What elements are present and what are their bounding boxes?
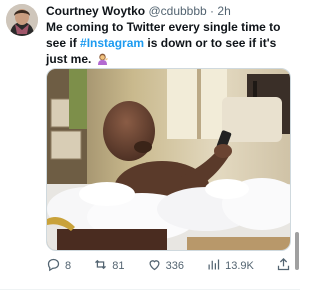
like-button[interactable]: 336 <box>147 257 184 275</box>
heart-icon <box>147 257 162 275</box>
hashtag-link[interactable]: #Instagram <box>80 36 144 50</box>
share-icon <box>276 257 291 275</box>
avatar[interactable] <box>6 4 38 36</box>
reply-button[interactable]: 8 <box>46 257 71 275</box>
author-handle[interactable]: @cdubbbb <box>148 4 206 18</box>
woman-tipping-hand-icon <box>97 53 108 65</box>
tweet-actions: 8 81 336 13.9K <box>46 256 291 276</box>
views-button[interactable]: 13.9K <box>206 257 254 275</box>
timestamp[interactable]: 2h <box>217 4 230 18</box>
like-count: 336 <box>165 260 184 272</box>
author-name[interactable]: Courtney Woytko <box>46 4 145 18</box>
share-button[interactable] <box>276 257 291 275</box>
tweet-image[interactable] <box>46 68 291 251</box>
tweet-text: Me coming to Twitter every single time t… <box>46 19 291 67</box>
reply-icon <box>46 257 61 275</box>
retweet-button[interactable]: 81 <box>93 257 125 275</box>
tweet[interactable]: Courtney Woytko @cdubbbb · 2h Me coming … <box>0 0 300 292</box>
view-count: 13.9K <box>225 260 254 272</box>
tweet-header: Courtney Woytko @cdubbbb · 2h <box>46 4 231 18</box>
reply-count: 8 <box>65 260 72 272</box>
divider <box>0 289 300 290</box>
analytics-icon <box>206 257 221 275</box>
scrollbar[interactable] <box>295 232 299 270</box>
retweet-count: 81 <box>112 260 125 272</box>
separator-dot: · <box>210 4 215 18</box>
retweet-icon <box>93 257 108 275</box>
